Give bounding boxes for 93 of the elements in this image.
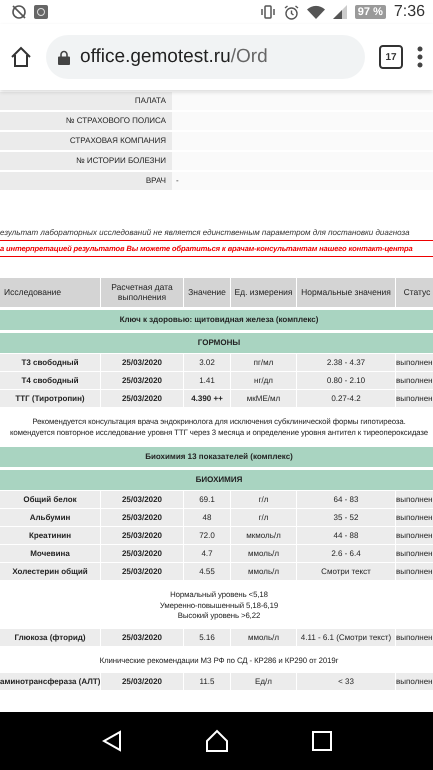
- home-icon[interactable]: [10, 46, 32, 68]
- date-cell: 25/03/2020: [101, 354, 183, 371]
- test-name-cell: ТТГ (Тиротропин): [0, 390, 100, 407]
- test-name-cell: Креатинин: [0, 527, 100, 544]
- status-cell: выполнен: [396, 509, 433, 526]
- status-cell: выполнен: [396, 563, 433, 580]
- date-cell: 25/03/2020: [101, 390, 183, 407]
- status-cell: выполнен: [396, 628, 433, 646]
- section-header: БИОХИМИЯ: [0, 470, 433, 490]
- unit-cell: мкмоль/л: [231, 527, 296, 544]
- range-cell: 4.11 - 6.1 (Смотри текст): [297, 628, 395, 646]
- unit-cell: г/л: [231, 509, 296, 526]
- value-cell: 5.16: [184, 628, 230, 646]
- lock-icon: [58, 50, 70, 64]
- date-cell: 25/03/2020: [101, 491, 183, 508]
- no-sync-icon: [12, 5, 26, 19]
- status-cell: выполнен: [396, 491, 433, 508]
- date-cell: 25/03/2020: [101, 673, 183, 690]
- column-header: Исследование: [0, 278, 100, 307]
- test-name-cell: Мочевина: [0, 545, 100, 562]
- unit-cell: нг/дл: [231, 372, 296, 389]
- field-label: № СТРАХОВОГО ПОЛИСА: [0, 112, 172, 130]
- range-cell: 44 - 88: [297, 527, 395, 544]
- field-label: ПАЛАТА: [0, 92, 172, 110]
- value-cell: 69.1: [184, 491, 230, 508]
- column-header: Расчетная дата выполнения: [101, 278, 183, 307]
- value-cell: 1.41: [184, 372, 230, 389]
- address-bar[interactable]: office.gemotest.ru/Ord: [46, 35, 365, 79]
- unit-cell: ммоль/л: [231, 628, 296, 646]
- test-name-cell: Холестерин общий: [0, 563, 100, 580]
- column-header: Нормальные значения: [297, 278, 395, 307]
- unit-cell: ммоль/л: [231, 545, 296, 562]
- test-name-cell: Т3 свободный: [0, 354, 100, 371]
- unit-cell: ммоль/л: [231, 563, 296, 580]
- test-name-cell: Общий белок: [0, 491, 100, 508]
- test-name-cell: Т4 свободный: [0, 372, 100, 389]
- field-label: ВРАЧ: [0, 172, 172, 190]
- range-cell: < 33: [297, 673, 395, 690]
- overview-icon[interactable]: [312, 731, 332, 751]
- value-cell: 11.5: [184, 673, 230, 690]
- wifi-icon: [306, 5, 325, 19]
- test-name-cell: Глюкоза (фторид): [0, 628, 100, 646]
- back-icon[interactable]: [102, 730, 122, 752]
- date-cell: 25/03/2020: [101, 509, 183, 526]
- field-value: -: [172, 172, 433, 190]
- date-cell: 25/03/2020: [101, 628, 183, 646]
- clock: 7:36: [394, 3, 425, 21]
- url-text: office.gemotest.ru/Ord: [80, 46, 268, 68]
- range-cell: 35 - 52: [297, 509, 395, 526]
- disclaimer-text: езультат лабораторных исследований не является единственным параметром для постановки диагноза: [0, 228, 411, 237]
- range-cell: 0.80 - 2.10: [297, 372, 395, 389]
- unit-cell: г/л: [231, 491, 296, 508]
- battery-indicator: 97 %: [354, 5, 386, 19]
- field-label: № ИСТОРИИ БОЛЕЗНИ: [0, 152, 172, 170]
- section-header: ГОРМОНЫ: [0, 333, 433, 353]
- range-cell: 0.27-4.2: [297, 390, 395, 407]
- menu-icon[interactable]: [417, 46, 423, 68]
- status-cell: выполнен: [396, 545, 433, 562]
- range-cell: 2.6 - 6.4: [297, 545, 395, 562]
- section-header: Биохимия 13 показателей (комплекс): [0, 447, 433, 467]
- tab-count-button[interactable]: 17: [379, 45, 403, 69]
- date-cell: 25/03/2020: [101, 563, 183, 580]
- field-label: СТРАХОВАЯ КОМПАНИЯ: [0, 132, 172, 150]
- value-cell: 4.390 ++: [184, 390, 230, 407]
- status-cell: выполнен: [396, 527, 433, 544]
- status-cell: выполнен: [396, 354, 433, 371]
- value-cell: 48: [184, 509, 230, 526]
- test-name-cell: аминотрансфераза (АЛТ): [0, 673, 100, 690]
- column-header: Статус: [396, 278, 433, 307]
- section-header: Ключ к здоровью: щитовидная железа (комплекс): [0, 310, 433, 330]
- unit-cell: Ед/л: [231, 673, 296, 690]
- status-cell: выполнен: [396, 673, 433, 690]
- signal-icon: [332, 5, 347, 19]
- unit-cell: пг/мл: [231, 354, 296, 371]
- range-cell: 2.38 - 4.37: [297, 354, 395, 371]
- status-cell: выполнен: [396, 372, 433, 389]
- value-cell: 3.02: [184, 354, 230, 371]
- unit-cell: мкМЕ/мл: [231, 390, 296, 407]
- date-cell: 25/03/2020: [101, 372, 183, 389]
- value-cell: 72.0: [184, 527, 230, 544]
- status-cell: выполнен: [396, 390, 433, 407]
- column-header: Ед. измерения: [231, 278, 296, 307]
- range-cell: 64 - 83: [297, 491, 395, 508]
- vibrate-icon: [260, 5, 276, 19]
- date-cell: 25/03/2020: [101, 527, 183, 544]
- date-cell: 25/03/2020: [101, 545, 183, 562]
- range-cell: Смотри текст: [297, 563, 395, 580]
- app-notification-icon: [34, 5, 48, 19]
- value-cell: 4.7: [184, 545, 230, 562]
- value-cell: 4.55: [184, 563, 230, 580]
- column-header: Значение: [184, 278, 230, 307]
- test-name-cell: Альбумин: [0, 509, 100, 526]
- alarm-icon: [284, 4, 299, 20]
